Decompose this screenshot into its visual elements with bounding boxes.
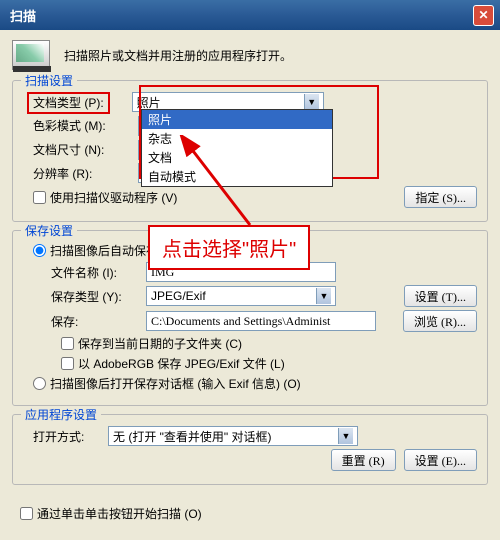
adobe-rgb-label: 以 AdobeRGB 保存 JPEG/Exif 文件 (L) [78, 355, 285, 372]
bottom-row: 通过单击单击按钮开始扫描 (O) [0, 503, 500, 524]
reset-button[interactable]: 重置 (R) [331, 449, 396, 471]
doc-type-label: 文档类型 (P): [23, 94, 110, 111]
dropdown-option[interactable]: 杂志 [142, 129, 332, 148]
app-settings-group: 应用程序设置 打开方式: 无 (打开 "查看并使用" 对话框)▼ 重置 (R) … [12, 414, 488, 485]
window-title: 扫描 [6, 6, 473, 25]
doc-type-dropdown[interactable]: 照片 杂志 文档 自动模式 [141, 109, 333, 187]
color-mode-label: 色彩模式 (M): [23, 117, 138, 134]
dropdown-option[interactable]: 自动模式 [142, 167, 332, 186]
close-button[interactable]: ✕ [473, 5, 494, 26]
use-driver-checkbox[interactable] [33, 191, 46, 204]
group-title: 应用程序设置 [21, 406, 101, 423]
dropdown-option[interactable]: 照片 [142, 110, 332, 129]
group-title: 保存设置 [21, 222, 77, 239]
chevron-down-icon: ▼ [316, 288, 331, 304]
header-description: 扫描照片或文档并用注册的应用程序打开。 [64, 47, 292, 64]
save-dated-label: 保存到当前日期的子文件夹 (C) [78, 335, 242, 352]
auto-save-radio[interactable] [33, 244, 46, 257]
specify-button[interactable]: 指定 (S)... [404, 186, 477, 208]
save-type-select[interactable]: JPEG/Exif▼ [146, 286, 336, 306]
adobe-rgb-checkbox[interactable] [61, 357, 74, 370]
scanner-icon [12, 40, 50, 70]
save-type-label: 保存类型 (Y): [51, 288, 146, 305]
group-title: 扫描设置 [21, 72, 77, 89]
close-icon: ✕ [478, 8, 488, 22]
title-bar: 扫描 ✕ [0, 0, 500, 30]
chevron-down-icon: ▼ [304, 94, 319, 110]
save-dated-checkbox[interactable] [61, 337, 74, 350]
save-type-set-button[interactable]: 设置 (T)... [404, 285, 477, 307]
use-driver-label: 使用扫描仪驱动程序 (V) [50, 189, 177, 206]
browse-button[interactable]: 浏览 (R)... [403, 310, 477, 332]
open-with-select[interactable]: 无 (打开 "查看并使用" 对话框)▼ [108, 426, 358, 446]
save-to-input[interactable] [146, 311, 376, 331]
open-dialog-label: 扫描图像后打开保存对话框 (输入 Exif 信息) (O) [50, 375, 301, 392]
start-scan-checkbox[interactable] [20, 507, 33, 520]
filename-label: 文件名称 (I): [51, 264, 146, 281]
doc-size-label: 文档尺寸 (N): [23, 141, 138, 158]
scan-settings-group: 扫描设置 文档类型 (P): 照片▼ 色彩模式 (M): ▼ 文档尺寸 (N):… [12, 80, 488, 222]
app-set-button[interactable]: 设置 (E)... [404, 449, 477, 471]
header-row: 扫描照片或文档并用注册的应用程序打开。 [12, 40, 488, 70]
start-scan-label: 通过单击单击按钮开始扫描 (O) [37, 505, 202, 522]
annotation-callout: 点击选择"照片" [148, 225, 310, 270]
resolution-label: 分辨率 (R): [23, 165, 138, 182]
open-dialog-radio[interactable] [33, 377, 46, 390]
chevron-down-icon: ▼ [338, 428, 353, 444]
dropdown-option[interactable]: 文档 [142, 148, 332, 167]
save-to-label: 保存: [51, 313, 146, 330]
open-with-label: 打开方式: [23, 428, 108, 445]
